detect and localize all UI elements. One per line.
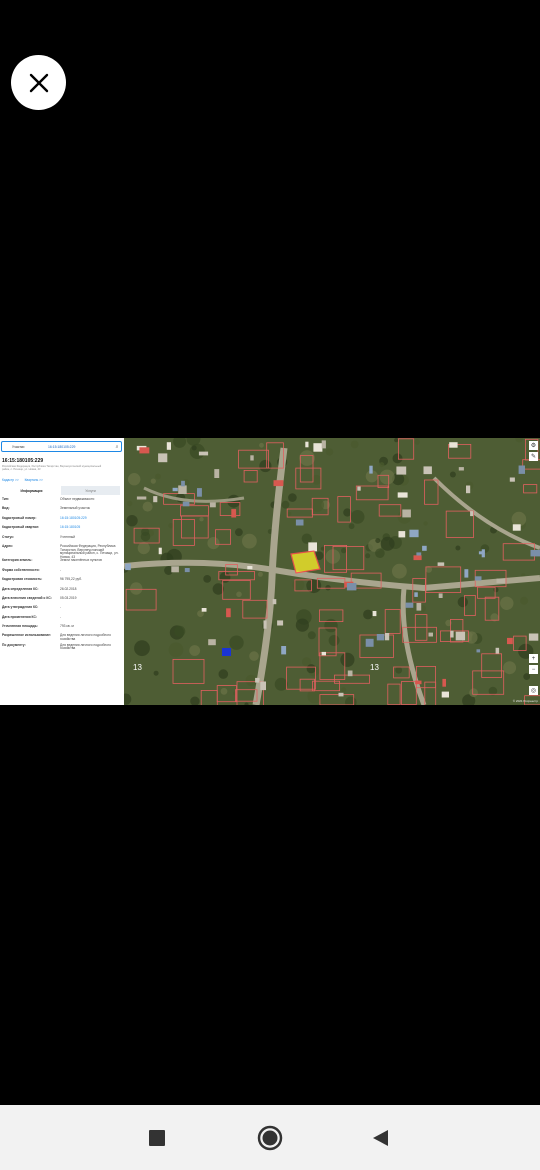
back-button[interactable]: [366, 1124, 394, 1152]
map-attribution: © 2021 Росреестр: [512, 699, 538, 703]
info-row-label: Адрес:: [2, 543, 14, 548]
square-icon: [149, 1130, 165, 1146]
locate-icon[interactable]: ◎: [529, 686, 538, 695]
info-row-value: Российская Федерация, Республика Татарст…: [60, 543, 119, 559]
info-row: По документу: Для ведения личного подсобн…: [2, 642, 122, 653]
search-input[interactable]: 16:15:180105:229: [48, 445, 113, 449]
triangle-back-icon: [373, 1130, 388, 1146]
object-subtitle: Российская Федерация, Республика Татарст…: [2, 465, 102, 472]
layers-icon[interactable]: ⚙: [529, 441, 538, 450]
info-panel: Участки 16:15:180105:229 ⌕ 16:15:180105:…: [0, 438, 124, 705]
link-cadastre[interactable]: Кадастр >>: [2, 478, 19, 482]
info-row: Адрес: Российская Федерация, Республика Т…: [2, 543, 122, 559]
link-quarter[interactable]: Кварталь >>: [25, 478, 43, 482]
home-button[interactable]: [256, 1124, 284, 1152]
object-title: 16:15:180105:229: [2, 458, 44, 464]
tab-info[interactable]: Информация: [2, 486, 61, 495]
map-view[interactable]: 13 13 ⚙ ✎ + − ◎ © 2021 Росреестр: [124, 438, 540, 705]
blue-roof: [222, 648, 231, 656]
panel-tabs: Информация Услуги: [2, 486, 120, 495]
close-button[interactable]: [11, 55, 66, 110]
selected-parcel: [290, 550, 321, 574]
info-row-value: -: [60, 605, 62, 610]
search-bar[interactable]: Участки 16:15:180105:229 ⌕: [1, 441, 122, 452]
info-row-value: 05.03.2019: [60, 595, 77, 600]
edit-icon[interactable]: ✎: [529, 452, 538, 461]
parcel-label-left: 13: [133, 663, 142, 672]
info-row-value: Земли населённых пунктов: [60, 558, 102, 563]
search-icon[interactable]: ⌕: [113, 444, 121, 450]
screenshot-image: Участки 16:15:180105:229 ⌕ 16:15:180105:…: [0, 438, 540, 705]
zoom-in-button[interactable]: +: [529, 654, 538, 663]
circle-icon: [257, 1125, 283, 1151]
recents-button[interactable]: [143, 1124, 171, 1152]
zoom-out-button[interactable]: −: [529, 665, 538, 674]
search-type-select[interactable]: Участки: [2, 445, 48, 449]
info-row-label: По документу:: [2, 642, 26, 647]
info-row-value: Для ведения личного подсобного хозяйства: [60, 642, 111, 651]
parcel-label-right: 13: [370, 663, 379, 672]
info-row-label: Тип:: [2, 497, 10, 501]
close-icon: [29, 73, 48, 92]
android-navbar: [0, 1105, 540, 1170]
info-rows: Тип: Объект недвижимости Вид: Земельный уча…: [2, 497, 122, 653]
panel-links: Кадастр >> Кварталь >>: [2, 478, 48, 482]
satellite-map[interactable]: 13 13: [124, 438, 540, 705]
tab-services[interactable]: Услуги: [61, 486, 120, 495]
